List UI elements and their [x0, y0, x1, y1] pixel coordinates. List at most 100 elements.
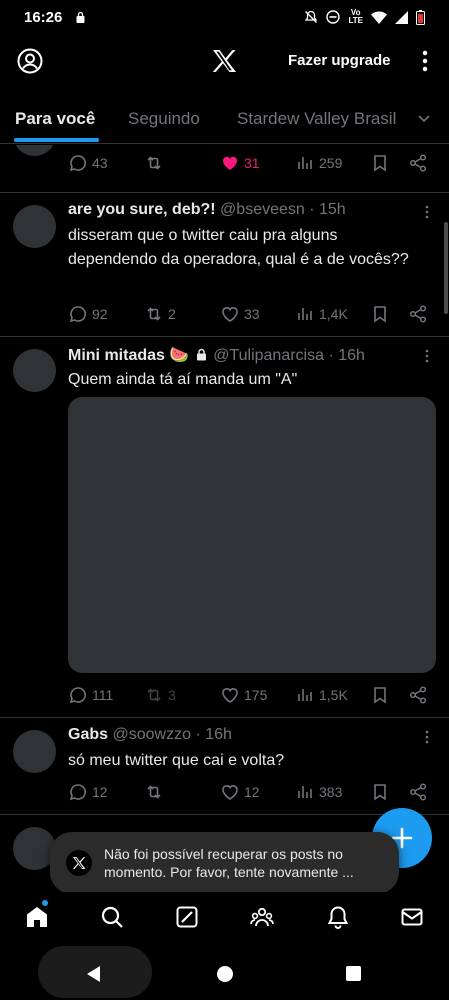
- views-count: 1,4K: [319, 306, 348, 322]
- views-button[interactable]: 259: [295, 153, 342, 173]
- views-icon: [298, 157, 312, 169]
- dnd-icon: [326, 10, 341, 24]
- communities-icon[interactable]: [250, 905, 274, 929]
- error-toast: Não foi possível recuperar os posts no m…: [50, 832, 399, 894]
- messages-icon[interactable]: [400, 905, 424, 929]
- home-unread-dot: [41, 899, 49, 907]
- back-icon[interactable]: [87, 966, 101, 982]
- bookmark-button[interactable]: [370, 782, 390, 802]
- timeline-feed[interactable]: 43 31 259 are you sure, deb?! @bseveesn …: [0, 145, 449, 885]
- reply-button[interactable]: 12: [68, 782, 108, 802]
- tab-para-voce[interactable]: Para você: [15, 109, 95, 129]
- tweet-more-icon[interactable]: [420, 730, 434, 744]
- profile-icon[interactable]: [17, 48, 43, 74]
- bottom-nav: [0, 892, 449, 942]
- share-button[interactable]: [408, 153, 428, 173]
- tweet-media[interactable]: [68, 397, 436, 673]
- home-button-icon[interactable]: [217, 966, 233, 982]
- like-button[interactable]: 33: [220, 304, 260, 324]
- tweet-header: Gabs @soowzzo · 16h: [68, 726, 232, 744]
- author-handle[interactable]: @soowzzo: [112, 726, 191, 743]
- tweet-text: só meu twitter que cai e volta?: [68, 752, 285, 769]
- tweet-more-icon[interactable]: [420, 349, 434, 363]
- repost-button[interactable]: 2: [144, 304, 176, 324]
- signal-icon: [395, 10, 408, 24]
- recents-button-icon[interactable]: [346, 966, 361, 981]
- toast-message: Não foi possível recuperar os posts no m…: [104, 846, 354, 880]
- volte-icon: Vo LTE: [348, 8, 363, 25]
- views-button[interactable]: 1,4K: [295, 304, 348, 324]
- tweet-time: · 16h: [195, 726, 232, 743]
- bookmark-button[interactable]: [370, 304, 390, 324]
- mute-icon: [305, 10, 318, 23]
- author-name[interactable]: are you sure, deb?!: [68, 201, 216, 218]
- avatar[interactable]: [13, 205, 56, 248]
- reply-button[interactable]: 111: [68, 685, 113, 705]
- avatar[interactable]: [13, 145, 56, 156]
- like-count: 31: [244, 155, 260, 171]
- repost-icon: [147, 785, 161, 799]
- repost-button[interactable]: [144, 782, 168, 802]
- bookmark-icon: [374, 155, 386, 172]
- reply-button[interactable]: 43: [68, 153, 108, 173]
- tweet[interactable]: Mini mitadas 🍉 @Tulipanarcisa · 16h Quem…: [0, 337, 449, 718]
- tweet-more-icon[interactable]: [420, 205, 434, 219]
- reply-icon: [69, 155, 86, 172]
- timeline-tabs: Para você Seguindo Stardew Valley Brasil: [0, 96, 449, 144]
- reply-button[interactable]: 92: [68, 304, 108, 324]
- like-button[interactable]: 12: [220, 782, 260, 802]
- grok-icon[interactable]: [175, 905, 199, 929]
- views-count: 383: [319, 784, 343, 800]
- like-count: 33: [244, 306, 260, 322]
- views-button[interactable]: 1,5K: [295, 685, 348, 705]
- upgrade-button[interactable]: Fazer upgrade: [288, 52, 391, 69]
- author-name[interactable]: Mini mitadas 🍉: [68, 347, 189, 364]
- reply-icon: [69, 687, 86, 704]
- chevron-down-icon[interactable]: [418, 112, 430, 124]
- avatar[interactable]: [13, 730, 56, 773]
- bookmark-icon: [374, 306, 386, 323]
- like-button[interactable]: 31: [220, 153, 260, 173]
- search-icon[interactable]: [100, 905, 124, 929]
- tweet-actions: 92 2 33 1,4K: [68, 304, 438, 326]
- bookmark-icon: [374, 687, 386, 704]
- tweet-text: disseram que o twitter caiu pra alguns d…: [68, 227, 409, 268]
- tweet[interactable]: Gabs @soowzzo · 16h só meu twitter que c…: [0, 718, 449, 815]
- views-button[interactable]: 383: [295, 782, 342, 802]
- share-button[interactable]: [408, 304, 428, 324]
- protected-lock-icon: [196, 348, 206, 361]
- bookmark-button[interactable]: [370, 685, 390, 705]
- tweet-partial[interactable]: 43 31 259: [0, 145, 449, 193]
- share-button[interactable]: [408, 685, 428, 705]
- reply-count: 111: [92, 687, 114, 703]
- more-vertical-icon[interactable]: [418, 48, 432, 74]
- repost-icon: [147, 688, 161, 702]
- heart-icon: [222, 688, 238, 703]
- bookmark-button[interactable]: [370, 153, 390, 173]
- like-button[interactable]: 175: [220, 685, 267, 705]
- scrollbar-thumb[interactable]: [444, 222, 448, 314]
- home-icon[interactable]: [25, 905, 49, 929]
- author-handle[interactable]: @Tulipanarcisa: [213, 347, 324, 364]
- top-bar: Fazer upgrade: [0, 36, 449, 88]
- active-tab-indicator: [14, 138, 99, 142]
- repost-button[interactable]: [144, 153, 168, 173]
- status-time: 16:26: [24, 8, 63, 26]
- share-button[interactable]: [408, 782, 428, 802]
- author-name[interactable]: Gabs: [68, 726, 108, 743]
- author-handle[interactable]: @bseveesn: [220, 201, 305, 218]
- status-bar: 16:26 Vo LTE: [0, 0, 449, 34]
- repost-button: 3: [144, 685, 176, 705]
- repost-icon: [147, 156, 161, 170]
- x-badge-icon: [66, 850, 92, 876]
- notifications-icon[interactable]: [326, 905, 350, 929]
- tab-seguindo[interactable]: Seguindo: [128, 109, 200, 129]
- tweet[interactable]: are you sure, deb?! @bseveesn · 15h diss…: [0, 193, 449, 337]
- battery-icon: [416, 9, 425, 25]
- x-logo-icon[interactable]: [211, 48, 237, 74]
- reply-count: 92: [92, 306, 108, 322]
- tweet-actions: 43 31 259: [68, 153, 438, 175]
- tab-stardew-valley-brasil[interactable]: Stardew Valley Brasil: [237, 109, 396, 129]
- avatar[interactable]: [13, 349, 56, 392]
- bookmark-icon: [374, 784, 386, 801]
